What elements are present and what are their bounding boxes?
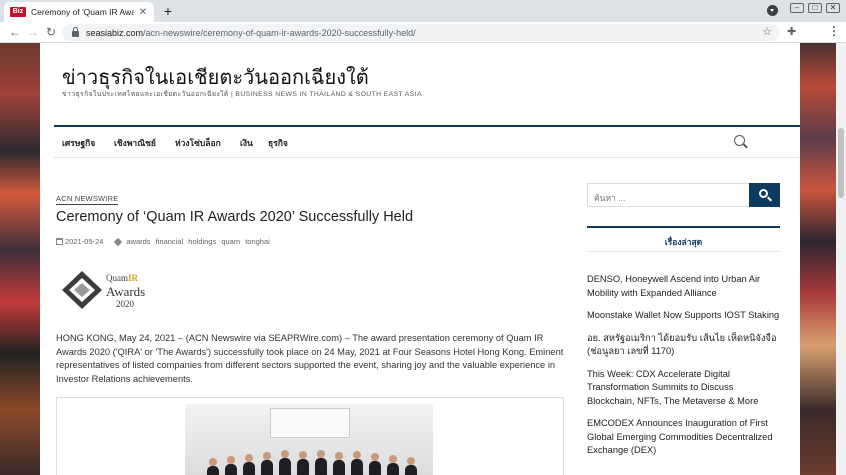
tag-link[interactable]: quam [221,237,240,246]
recent-post-link[interactable]: EMCODEX Announces Inauguration of First … [587,417,782,458]
address-bar[interactable]: seasiabiz.com/acn-newswire/ceremony-of-q… [62,24,780,41]
url-host: seasiabiz.com [86,27,144,38]
photo-person [243,454,255,475]
calendar-icon [56,238,63,245]
search-icon [759,189,768,198]
nav-item-money[interactable]: เงิน [240,136,253,150]
photo-person [315,450,327,475]
recent-post-link[interactable]: DENSO, Honeywell Ascend into Urban Air M… [587,273,782,300]
photo-person [261,452,273,475]
tab-search-icon[interactable] [767,5,778,16]
svg-text:QuamIR: QuamIR [106,273,139,283]
star-icon[interactable]: ☆ [762,25,772,38]
photo-person [333,452,345,475]
nav-item-blockchain[interactable]: ห่วงโซ่บล็อก [175,136,221,150]
logo-text-quam: Quam [106,273,128,283]
tag-link[interactable]: tonghai [245,237,270,246]
logo-text-awards: Awards [106,284,145,299]
sidebar-search-button[interactable] [749,183,780,207]
background-image-right [800,43,836,475]
lock-icon[interactable] [72,27,79,37]
close-icon[interactable]: ✕ [138,7,148,18]
browser-toolbar: ← → ↻ seasiabiz.com/acn-newswire/ceremon… [0,22,846,43]
page-scrollbar[interactable] [836,43,846,475]
tag-link[interactable]: financial [156,237,184,246]
tag-link[interactable]: holdings [188,237,216,246]
category-link[interactable]: ACN NEWSWIRE [56,194,119,205]
article-meta: 2021-05-24 awards financial holdings qua… [56,237,273,246]
tag-link[interactable]: awards [126,237,150,246]
site-description: ข่าวธุรกิจในประเทศไทยและเอเชียตะวันออกเฉ… [62,91,422,98]
scrollbar-thumb[interactable] [838,128,844,198]
photo-person [387,455,399,475]
tag-list: awards financial holdings quam tonghai [126,237,272,246]
article-figure [56,397,564,475]
photo-person [351,451,363,475]
nav-item-economy[interactable]: เศรษฐกิจ [62,136,95,150]
back-icon[interactable]: ← [8,25,22,39]
page-content: ข่าวธุรกิจในเอเชียตะวันออกเฉียงใต้ ข่าวธ… [40,43,800,475]
photo-person [405,457,417,475]
new-tab-icon[interactable]: + [160,3,176,19]
photo-person [369,453,381,475]
ceremony-photo [185,404,433,475]
menu-icon[interactable]: ⋮ [828,24,840,38]
minimize-window-button[interactable]: – [790,3,804,13]
reload-icon[interactable]: ↻ [44,25,58,39]
url-path: /acn-newswire/ceremony-of-quam-ir-awards… [143,27,416,38]
article-body: HONG KONG, May 24, 2021 – (ACN Newswire … [56,333,564,384]
photo-person [297,451,309,475]
photo-backdrop [270,408,350,438]
logo-text-year: 2020 [116,299,135,309]
search-icon[interactable] [734,135,745,146]
site-favicon-icon: Biz [10,7,26,17]
recent-posts-heading: เรื่องล่าสุด [587,226,780,252]
tag-icon [114,237,123,246]
page-viewport: ข่าวธุรกิจในเอเชียตะวันออกเฉียงใต้ ข่าวธ… [0,43,836,475]
photo-person [279,450,291,475]
main-navigation: เศรษฐกิจ เชิงพาณิชย์ ห่วงโซ่บล็อก เงิน ธ… [54,125,800,158]
tab-title: Ceremony of 'Quam IR Awards 2020' Succes… [31,7,134,17]
recent-post-link[interactable]: Moonstake Wallet Now Supports IOST Staki… [587,309,782,323]
article-title: Ceremony of ‘Quam IR Awards 2020’ Succes… [56,209,414,225]
photo-person [225,456,237,475]
quam-ir-awards-logo: QuamIR Awards 2020 [62,271,145,309]
tab-strip: Biz Ceremony of 'Quam IR Awards 2020' Su… [0,0,846,22]
photo-person [207,458,219,475]
recent-posts-list: DENSO, Honeywell Ascend into Urban Air M… [587,273,782,467]
nav-item-commercial[interactable]: เชิงพาณิชย์ [114,136,156,150]
sidebar-search-input[interactable]: ค้นหา ... [587,183,750,207]
close-window-button[interactable]: ✕ [826,3,840,13]
background-image-left [0,43,40,475]
article-date[interactable]: 2021-05-24 [65,237,103,246]
extensions-icon[interactable]: ✚ [787,25,796,38]
forward-icon[interactable]: → [26,25,40,39]
recent-post-link[interactable]: อย. สหรัฐอเมริกา ได้ยอมรับ เส้นไย เห็ดหน… [587,332,782,359]
recent-post-link[interactable]: This Week: CDX Accelerate Digital Transf… [587,368,782,409]
logo-text-ir: IR [128,273,139,283]
maximize-window-button[interactable]: □ [808,3,822,13]
browser-tab[interactable]: Biz Ceremony of 'Quam IR Awards 2020' Su… [4,2,154,22]
nav-item-business[interactable]: ธุรกิจ [268,136,288,150]
